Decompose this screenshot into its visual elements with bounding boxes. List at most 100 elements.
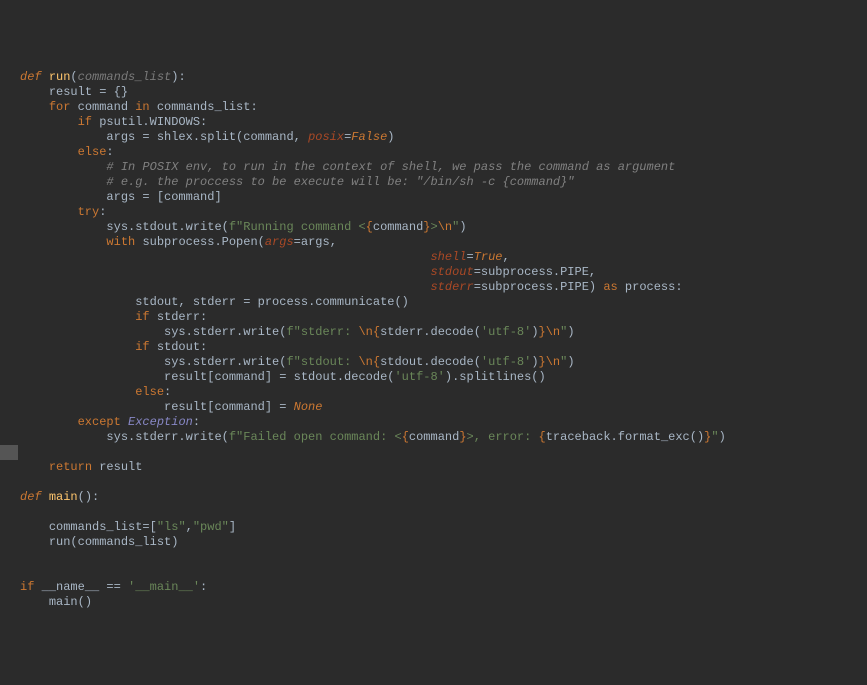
code-line[interactable]: sys.stderr.write(f"stdout: \n{stdout.dec… [20, 355, 867, 370]
code-line[interactable]: def run(commands_list): [20, 70, 867, 85]
code-line[interactable]: result = {} [20, 85, 867, 100]
token-kwarg: stderr [430, 280, 473, 294]
code-line[interactable]: stderr=subprocess.PIPE) as process: [20, 280, 867, 295]
token-fbrace: } [459, 430, 466, 444]
code-line[interactable] [20, 565, 867, 580]
code-line[interactable]: sys.stderr.write(f"Failed open command: … [20, 430, 867, 445]
token-punct: subprocess.Popen( [142, 235, 264, 249]
code-line[interactable]: args = shlex.split(command, posix=False) [20, 130, 867, 145]
token-punct: , [186, 520, 193, 534]
token-punct: , [294, 130, 308, 144]
code-line[interactable]: args = [command] [20, 190, 867, 205]
token-str: "Failed open command: < [236, 430, 402, 444]
token-str-pre: f [229, 430, 236, 444]
token-kw-n: if [20, 580, 42, 594]
token-bool: True [474, 250, 503, 264]
token-kw-n: for [49, 100, 78, 114]
token-str: 'utf-8' [481, 325, 531, 339]
token-punct: stderr: [157, 310, 207, 324]
code-line[interactable] [20, 505, 867, 520]
token-punct: traceback.format_exc() [546, 430, 704, 444]
code-line[interactable]: with subprocess.Popen(args=args, [20, 235, 867, 250]
code-line[interactable]: run(commands_list) [20, 535, 867, 550]
token-str: 'utf-8' [394, 370, 444, 384]
token-fbrace: { [402, 430, 409, 444]
indent [20, 325, 164, 339]
code-line[interactable] [20, 445, 867, 460]
indent [20, 340, 135, 354]
token-punct: ) [567, 355, 574, 369]
token-punct: result[command] = stdout.decode( [164, 370, 394, 384]
token-punct: psutil.WINDOWS: [99, 115, 207, 129]
code-line[interactable]: # In POSIX env, to run in the context of… [20, 160, 867, 175]
code-line[interactable]: sys.stdout.write(f"Running command <{com… [20, 220, 867, 235]
code-line[interactable]: commands_list=["ls","pwd"] [20, 520, 867, 535]
token-punct: result = {} [49, 85, 128, 99]
token-punct: stdout: [157, 340, 207, 354]
token-punct: command [78, 100, 136, 114]
code-line[interactable]: stdout, stderr = process.communicate() [20, 295, 867, 310]
token-fbrace: { [539, 430, 546, 444]
token-str-pre: f [229, 220, 236, 234]
token-kw-n: except [78, 415, 128, 429]
code-line[interactable]: stdout=subprocess.PIPE, [20, 265, 867, 280]
token-punct: , [330, 235, 337, 249]
token-fbrace: { [366, 220, 373, 234]
token-punct: args = shlex.split(command [106, 130, 293, 144]
code-line[interactable] [20, 475, 867, 490]
token-kwarg: posix [308, 130, 344, 144]
indent [20, 430, 106, 444]
token-kw-n: if [135, 310, 157, 324]
code-line[interactable]: else: [20, 145, 867, 160]
code-line[interactable]: else: [20, 385, 867, 400]
code-line[interactable]: for command in commands_list: [20, 100, 867, 115]
token-punct: command [409, 430, 459, 444]
token-str: " [711, 430, 718, 444]
code-editor[interactable]: def run(commands_list): result = {} for … [20, 70, 867, 610]
code-line[interactable]: def main(): [20, 490, 867, 505]
token-fbrace: \n{ [358, 325, 380, 339]
token-kw-n: as [603, 280, 625, 294]
token-kw: def [20, 70, 42, 84]
token-fbrace: } [423, 220, 430, 234]
code-line[interactable]: if psutil.WINDOWS: [20, 115, 867, 130]
token-punct: ) [387, 130, 394, 144]
token-punct: ) [719, 430, 726, 444]
indent [20, 115, 78, 129]
code-line[interactable]: result[command] = None [20, 400, 867, 415]
token-punct: commands_list: [157, 100, 258, 114]
code-line[interactable]: except Exception: [20, 415, 867, 430]
token-fbrace: }\n [539, 325, 561, 339]
code-line[interactable]: sys.stderr.write(f"stderr: \n{stderr.dec… [20, 325, 867, 340]
token-punct: command [373, 220, 423, 234]
token-punct: stdout.decode( [380, 355, 481, 369]
code-line[interactable]: main() [20, 595, 867, 610]
token-kw-n: return [49, 460, 99, 474]
token-str-pre: f [286, 325, 293, 339]
token-bool: None [294, 400, 323, 414]
indent [20, 355, 164, 369]
token-kw-n: if [135, 340, 157, 354]
indent [20, 370, 164, 384]
token-kw-n: else [135, 385, 164, 399]
indent [20, 205, 78, 219]
token-punct: sys.stderr.write( [106, 430, 228, 444]
token-str: "pwd" [193, 520, 229, 534]
code-line[interactable]: # e.g. the proccess to be execute will b… [20, 175, 867, 190]
code-line[interactable]: if stdout: [20, 340, 867, 355]
code-line[interactable]: if __name__ == '__main__': [20, 580, 867, 595]
code-line[interactable]: return result [20, 460, 867, 475]
indent [20, 250, 430, 264]
token-punct: result[command] = [164, 400, 294, 414]
token-punct: ] [229, 520, 236, 534]
code-line[interactable]: if stderr: [20, 310, 867, 325]
token-kwarg: args [265, 235, 294, 249]
token-str: "Running command < [236, 220, 366, 234]
code-line[interactable]: try: [20, 205, 867, 220]
token-punct: ) [531, 355, 538, 369]
code-line[interactable]: shell=True, [20, 250, 867, 265]
token-str: > [431, 220, 438, 234]
token-punct: sys.stderr.write( [164, 325, 286, 339]
code-line[interactable]: result[command] = stdout.decode('utf-8')… [20, 370, 867, 385]
indent [20, 265, 430, 279]
